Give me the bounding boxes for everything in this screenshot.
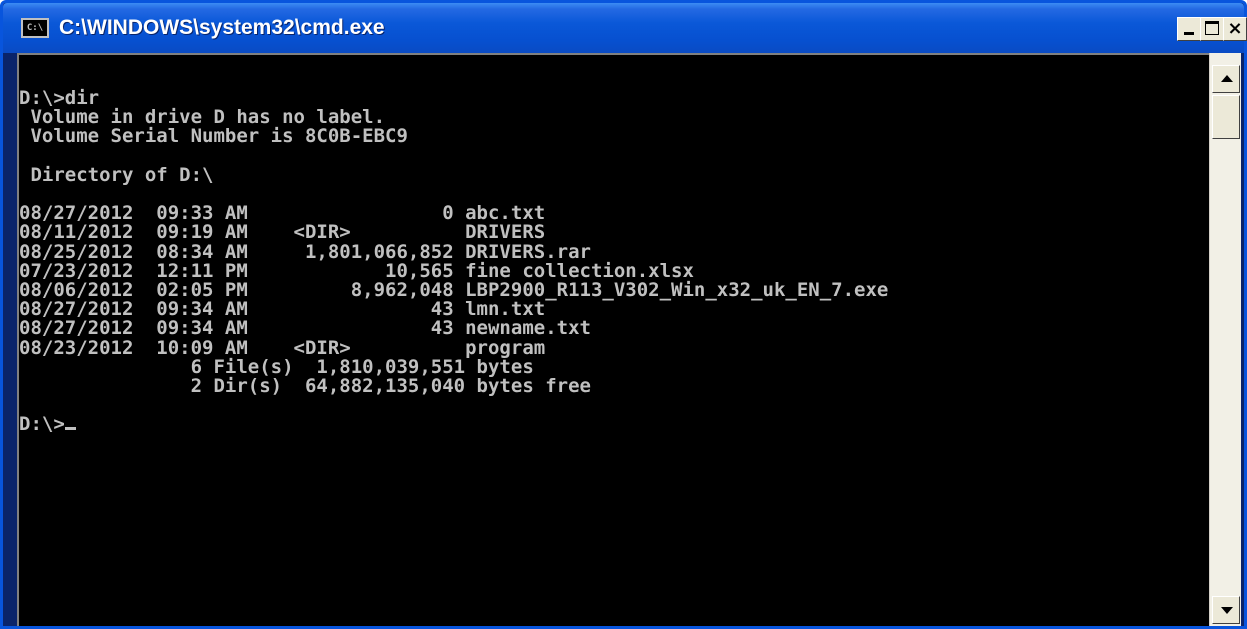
text-cursor xyxy=(64,427,76,431)
console-line: D:\> xyxy=(19,413,65,436)
console-line: Directory of D:\ xyxy=(19,163,214,186)
vertical-scrollbar[interactable] xyxy=(1209,53,1241,626)
scroll-up-button[interactable] xyxy=(1212,65,1240,93)
maximize-button[interactable] xyxy=(1200,17,1224,41)
minimize-button[interactable] xyxy=(1177,17,1201,41)
maximize-icon xyxy=(1205,21,1219,35)
scroll-thumb[interactable] xyxy=(1212,95,1240,139)
close-button[interactable]: × xyxy=(1223,17,1247,41)
title-bar[interactable]: C:\ C:\WINDOWS\system32\cmd.exe × xyxy=(3,3,1247,53)
console-output: D:\>dir Volume in drive D has no label. … xyxy=(19,88,888,436)
scroll-down-arrow-icon xyxy=(1221,607,1233,614)
cmd-window: C:\ C:\WINDOWS\system32\cmd.exe × D:\>di… xyxy=(0,0,1247,629)
scroll-down-button[interactable] xyxy=(1212,596,1240,624)
window-title: C:\WINDOWS\system32\cmd.exe xyxy=(59,16,385,39)
console-area[interactable]: D:\>dir Volume in drive D has no label. … xyxy=(17,53,1209,626)
console-line: 2 Dir(s) 64,882,135,040 bytes free xyxy=(19,375,591,398)
minimize-icon xyxy=(1184,32,1194,35)
console-icon[interactable]: C:\ xyxy=(21,18,49,38)
console-line: Volume Serial Number is 8C0B-EBC9 xyxy=(19,125,408,148)
scroll-up-arrow-icon xyxy=(1221,75,1233,82)
close-icon: × xyxy=(1227,18,1243,39)
